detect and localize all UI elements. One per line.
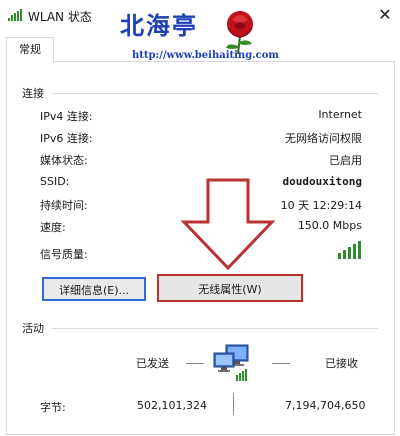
details-button[interactable]: 详细信息(E)... <box>42 277 146 301</box>
ipv4-label: IPv4 连接: <box>40 110 93 123</box>
bytes-sent-value: 502,101,324 <box>137 399 207 412</box>
ssid-value: doudouxitong <box>282 175 362 188</box>
connection-section-title: 连接 <box>22 87 44 100</box>
bytes-separator <box>233 393 234 415</box>
wifi-signal-icon <box>8 9 22 21</box>
close-button[interactable]: ✕ <box>370 0 400 30</box>
signal-bar <box>343 250 346 259</box>
section-divider <box>52 93 378 94</box>
ipv6-label: IPv6 连接: <box>40 132 93 145</box>
media-state-label: 媒体状态: <box>40 154 88 167</box>
ipv4-value: Internet <box>318 108 362 121</box>
signal-bar <box>338 253 341 259</box>
bytes-label: 字节: <box>40 401 66 414</box>
bytes-received-value: 7,194,704,650 <box>285 399 366 412</box>
section-divider <box>52 328 378 329</box>
ipv6-value: 无网络访问权限 <box>285 132 362 145</box>
received-dash <box>272 363 290 364</box>
signal-bar <box>353 244 356 259</box>
tab-general[interactable]: 常规 <box>6 37 54 62</box>
sent-label: 已发送 <box>136 357 169 370</box>
media-state-value: 已启用 <box>329 154 362 167</box>
signal-bar <box>348 247 351 259</box>
speed-value: 150.0 Mbps <box>297 219 362 232</box>
signal-bar <box>358 241 361 259</box>
signal-strength-icon <box>338 241 361 259</box>
rose-logo-icon <box>226 11 253 55</box>
title-bar: WLAN 状态 ✕ <box>0 0 400 30</box>
signal-quality-label: 信号质量: <box>40 248 88 261</box>
duration-value: 10 天 12:29:14 <box>280 199 362 212</box>
close-icon: ✕ <box>378 5 392 24</box>
watermark-logo-text: 北海亭 <box>120 11 198 40</box>
watermark-url: http://www.beihaiting.com <box>132 50 280 61</box>
activity-section-title: 活动 <box>22 322 44 335</box>
speed-label: 速度: <box>40 221 66 234</box>
sent-dash <box>186 363 204 364</box>
network-computers-icon <box>213 344 249 381</box>
wireless-properties-button[interactable]: 无线属性(W) <box>157 274 303 302</box>
down-arrow-annotation <box>180 178 276 270</box>
duration-label: 持续时间: <box>40 199 88 212</box>
window-title: WLAN 状态 <box>28 10 92 24</box>
ssid-label: SSID: <box>40 175 70 188</box>
received-label: 已接收 <box>325 357 358 370</box>
